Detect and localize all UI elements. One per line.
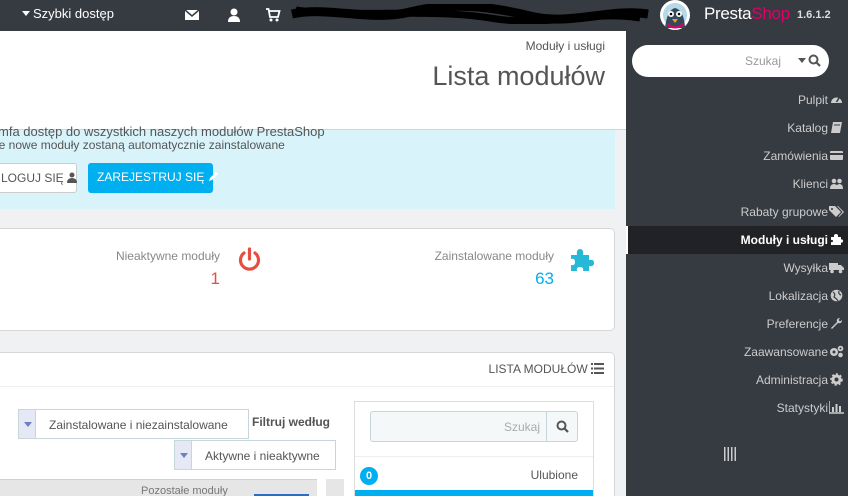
caret-down-icon [22, 11, 30, 16]
sidebar-item-cart-rules[interactable]: Rabaty grupowe [626, 198, 848, 226]
dashboard-icon [831, 97, 842, 103]
inactive-modules-label: Nieaktywne moduły [115, 249, 220, 263]
puzzle-icon [831, 234, 843, 245]
brand-name: PrestaShop [704, 4, 790, 24]
register-button-label: ZAREJESTRUJ SIĘ [97, 170, 205, 184]
sidebar-collapse-icon[interactable] [724, 447, 736, 461]
filter-label: Filtruj według [252, 415, 330, 429]
cogs-icon [830, 345, 844, 358]
cog-icon [830, 373, 843, 386]
active-category-row[interactable] [355, 490, 593, 496]
sidebar-item-label: Zamówienia [763, 149, 828, 163]
credit-card-icon [830, 151, 843, 160]
caret-down-icon[interactable] [798, 58, 806, 63]
favorites-label: Ulubione [530, 468, 578, 482]
addons-info-alert: mfa dostęp do wszystkich naszych modułów… [0, 124, 615, 209]
puzzle-icon [571, 249, 594, 271]
sidebar: Szukaj Pulpit Katalog Zamówienia Klienci… [626, 31, 848, 496]
quick-access-label: Szybki dostęp [33, 6, 114, 21]
sidebar-item-customers[interactable]: Klienci [626, 170, 848, 198]
favorites-count-badge: 0 [360, 467, 378, 485]
redacted-employee-scribble [291, 4, 649, 24]
installed-modules-count: 63 [535, 269, 554, 288]
book-icon [831, 122, 842, 133]
active-status-value: Aktywne i nieaktywne [205, 449, 320, 463]
sidebar-item-orders[interactable]: Zamówienia [626, 142, 848, 170]
sidebar-item-administration[interactable]: Administracja [626, 366, 848, 394]
sidebar-item-label: Wysyłka [783, 261, 828, 275]
category-search-input[interactable]: Szukaj [370, 411, 547, 442]
breadcrumb[interactable]: Moduły i usługi [526, 39, 605, 53]
favorites-category[interactable]: 0 Ulubione [355, 456, 593, 492]
chevron-down-icon [19, 410, 36, 438]
sidebar-item-label: Administracja [755, 373, 828, 387]
module-list-panel: LISTA MODUŁÓW Zainstalowane i niezainsta… [0, 352, 615, 496]
search-icon[interactable] [808, 54, 821, 67]
truck-icon [829, 263, 844, 274]
panel-title-label: LISTA MODUŁÓW [488, 362, 588, 376]
sidebar-item-label: Rabaty grupowe [740, 205, 828, 219]
search-icon [556, 420, 569, 433]
module-stats-panel: Nieaktywne moduły 1 Zainstalowane moduły… [0, 228, 615, 331]
power-icon [238, 247, 261, 271]
installed-modules-label: Zainstalowane moduły [434, 249, 554, 263]
version-label: 1.6.1.2 [797, 9, 831, 21]
sidebar-item-dashboard[interactable]: Pulpit [626, 86, 848, 114]
sidebar-item-label: Moduły i usługi [740, 233, 828, 247]
sidebar-item-localization[interactable]: Lokalizacja [626, 282, 848, 310]
page-title: Lista modułów [432, 61, 605, 91]
cart-icon[interactable] [265, 7, 281, 23]
sidebar-item-advanced[interactable]: Zaawansowane [626, 338, 848, 366]
brand-presta: Presta [704, 4, 752, 23]
sidebar-item-modules[interactable]: Moduły i usługi [626, 226, 848, 254]
top-bar: Szybki dostęp PrestaShop 1.6.1.2 [0, 0, 848, 31]
remaining-modules-label: Pozostałe moduły [141, 485, 228, 496]
user-icon[interactable] [226, 7, 242, 23]
sidebar-item-label: Lokalizacja [768, 289, 828, 303]
sidebar-item-stats[interactable]: Statystyki [626, 394, 848, 422]
sidebar-item-label: Pulpit [797, 93, 828, 107]
quick-access-menu[interactable]: Szybki dostęp [22, 6, 114, 21]
sidebar-search[interactable]: Szukaj [632, 45, 829, 77]
alert-text-line2: je nowe moduły zostaną automatycznie zai… [0, 138, 285, 152]
envelope-icon[interactable] [184, 7, 200, 23]
sidebar-item-label: Preferencje [766, 317, 828, 331]
prestashop-logo-icon [660, 0, 690, 30]
sidebar-item-catalog[interactable]: Katalog [626, 114, 848, 142]
wrench-icon [831, 318, 842, 329]
page-header: Moduły i usługi Lista modułów [0, 31, 626, 130]
install-status-value: Zainstalowane i niezainstalowane [49, 418, 228, 432]
pencil-icon [208, 172, 218, 181]
brand-shop: Shop [751, 4, 790, 23]
tags-icon [829, 206, 844, 217]
sidebar-item-label: Klienci [792, 177, 828, 191]
list-icon [591, 363, 604, 374]
panel-title: LISTA MODUŁÓW [489, 362, 604, 376]
install-status-select[interactable]: Zainstalowane i niezainstalowane [18, 409, 249, 439]
sidebar-item-preferences[interactable]: Preferencje [626, 310, 848, 338]
remaining-modules-bar: Pozostałe moduły [0, 479, 317, 496]
sidebar-item-label: Statystyki [776, 401, 828, 415]
globe-icon [830, 289, 843, 302]
scroll-strip [326, 479, 344, 496]
sidebar-item-label: Zaawansowane [743, 345, 828, 359]
sidebar-search-placeholder: Szukaj [744, 54, 781, 68]
category-search-button[interactable] [546, 411, 578, 442]
register-button[interactable]: ZAREJESTRUJ SIĘ [88, 163, 218, 193]
chevron-down-icon [175, 441, 192, 469]
panel-divider [0, 386, 614, 387]
alert-text-line1: mfa dostęp do wszystkich naszych modułów… [0, 124, 325, 139]
login-button-label: LOGUJ SIĘ [1, 171, 64, 185]
user-icon [67, 172, 78, 183]
sidebar-item-shipping[interactable]: Wysyłka [626, 254, 848, 282]
inactive-modules-count: 1 [210, 269, 220, 288]
users-icon [830, 178, 843, 189]
module-categories-box: Szukaj 0 Ulubione [354, 401, 594, 496]
login-button[interactable]: LOGUJ SIĘ [0, 163, 78, 193]
active-status-select[interactable]: Aktywne i nieaktywne [174, 440, 336, 470]
sidebar-item-label: Katalog [787, 121, 828, 135]
bar-chart-icon [829, 401, 844, 414]
